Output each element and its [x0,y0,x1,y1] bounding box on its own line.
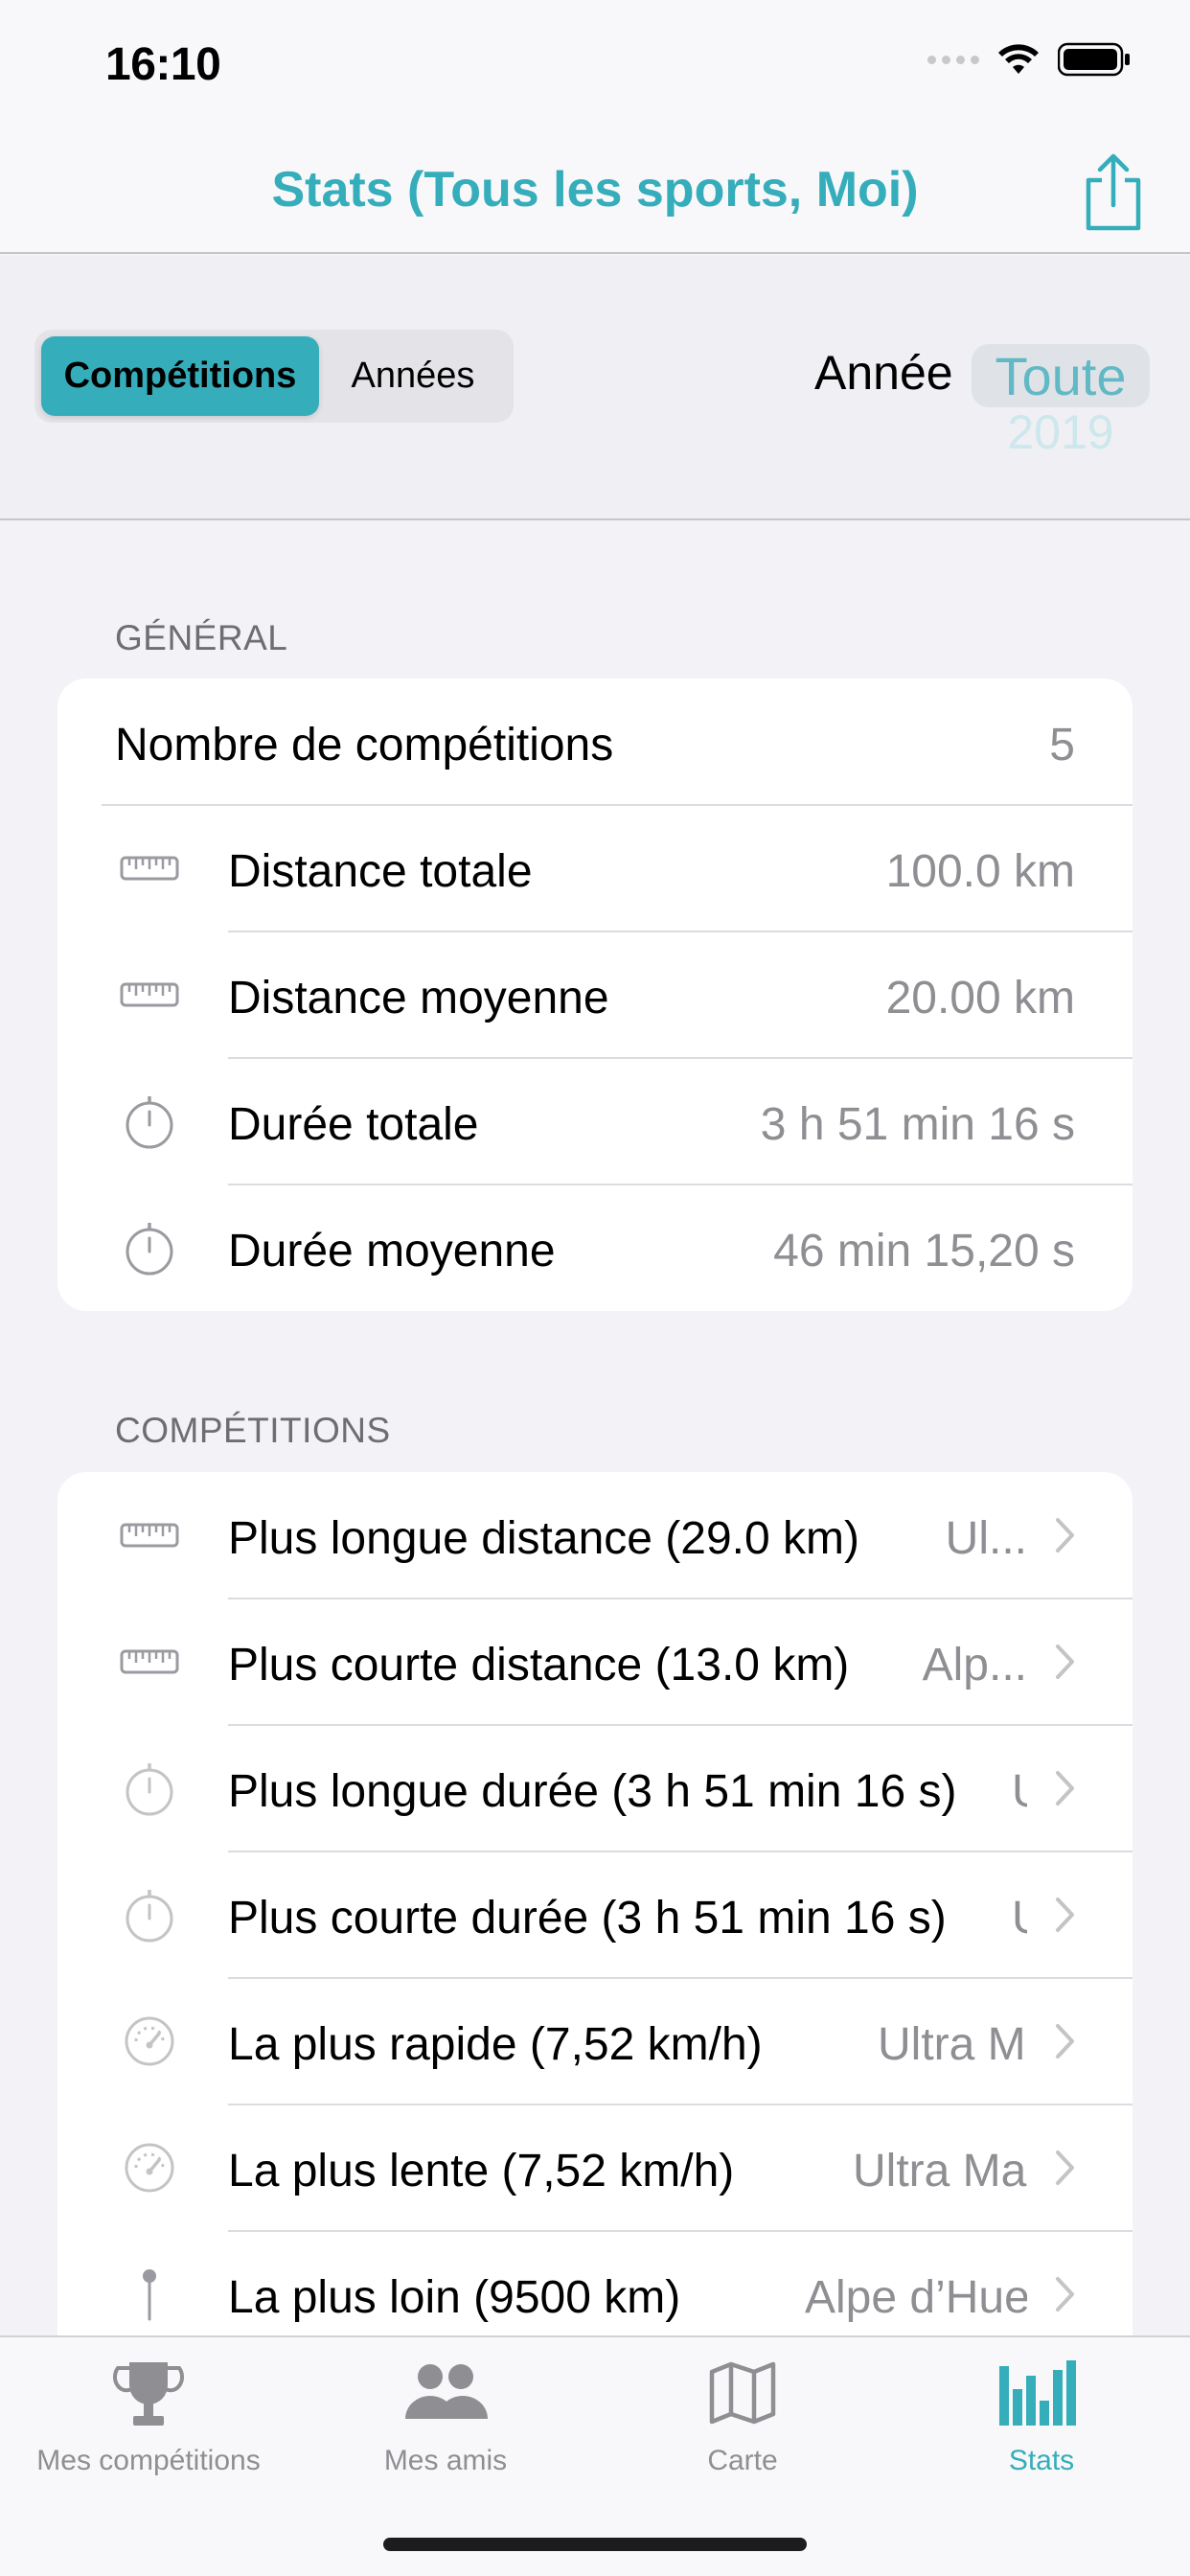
ruler-icon [119,1633,180,1690]
stat-label: Distance totale [228,846,533,897]
record-detail: Ul... [945,1513,1027,1564]
tab-mes-competitions[interactable]: Mes compétitions [0,2355,297,2477]
stopwatch-icon [119,1760,180,1817]
record-label: Plus courte durée (3 h 51 min 16 s) [228,1893,947,1944]
record-detail: Alp... [922,1640,1027,1690]
stat-value: 100.0 km [885,846,1075,897]
record-row-fastest[interactable]: La plus rapide (7,52 km/h) Ultra M... [57,1978,1133,2104]
ruler-icon [119,1506,180,1564]
wifi-icon [998,44,1039,74]
bar-chart-icon [999,2360,1076,2426]
stat-label: Durée moyenne [228,1226,556,1276]
friends-icon [405,2364,488,2419]
share-icon[interactable] [1077,151,1150,234]
record-row-longest-duration[interactable]: Plus longue durée (3 h 51 min 16 s) U [57,1725,1133,1852]
record-detail: U [1012,1892,1027,1944]
record-row-slowest[interactable]: La plus lente (7,52 km/h) Ultra Ma... [57,2104,1133,2231]
navigation-bar: Stats (Tous les sports, Moi) [0,134,1190,254]
record-label: La plus loin (9500 km) [228,2272,681,2323]
year-picker-selected[interactable]: Toute [972,344,1150,407]
segmented-control: Compétitions Années [34,330,514,423]
stat-label: Durée totale [228,1099,479,1150]
record-label: La plus lente (7,52 km/h) [228,2146,735,2196]
section-header-competitions: COMPÉTITIONS [115,1411,391,1450]
stopwatch-icon [119,1886,180,1944]
segment-competitions[interactable]: Compétitions [41,336,319,416]
stat-value: 3 h 51 min 16 s [760,1099,1075,1150]
ruler-icon [119,966,180,1024]
general-card: Nombre de compétitions 5 Distance totale… [57,678,1133,1311]
tab-label: Mes compétitions [36,2445,261,2476]
stat-value: 20.00 km [885,973,1075,1024]
map-icon [709,2361,776,2425]
speedometer-icon [119,2139,180,2196]
trophy-icon [113,2362,184,2426]
stat-row-total-duration: Durée totale 3 h 51 min 16 s [57,1058,1133,1184]
page-title: Stats (Tous les sports, Moi) [271,162,919,218]
stat-row-count: Nombre de compétitions 5 [57,678,1133,805]
record-detail: Ultra Ma... [853,2146,1027,2196]
chevron-right-icon [1056,1644,1074,1679]
chevron-right-icon [1056,2024,1074,2058]
home-indicator[interactable] [383,2538,807,2551]
record-label: La plus rapide (7,52 km/h) [228,2019,763,2070]
status-icons [927,42,1131,77]
stat-row-total-distance: Distance totale 100.0 km [57,805,1133,932]
record-label: Plus longue distance (29.0 km) [228,1513,860,1564]
tab-label: Mes amis [383,2445,508,2476]
record-row-longest-distance[interactable]: Plus longue distance (29.0 km) Ul... [57,1472,1133,1598]
section-header-general: GÉNÉRAL [115,618,288,657]
status-bar: 16:10 [0,0,1190,134]
status-time: 16:10 [105,39,221,90]
chevron-right-icon [1056,2277,1074,2312]
stopwatch-icon [119,1219,180,1276]
record-detail: Ultra M... [878,2019,1027,2070]
tab-label: Stats [1008,2445,1075,2476]
pin-icon [119,2266,180,2323]
ruler-icon [119,840,180,897]
stat-label: Distance moyenne [228,973,609,1024]
tab-carte[interactable]: Carte [594,2355,891,2477]
record-detail: Alpe d’Huez [805,2272,1027,2323]
year-picker-option[interactable]: 2019 [972,404,1150,460]
record-label: Plus courte distance (13.0 km) [228,1640,850,1690]
battery-icon [1058,42,1130,77]
stat-label: Nombre de compétitions [115,720,614,770]
stat-row-average-duration: Durée moyenne 46 min 15,20 s [57,1184,1133,1311]
stat-value: 46 min 15,20 s [773,1226,1075,1276]
filter-area: Compétitions Années Année Toute 2019 [0,256,1190,520]
stat-row-average-distance: Distance moyenne 20.00 km [57,932,1133,1058]
tab-stats[interactable]: Stats [893,2355,1190,2477]
record-row-shortest-duration[interactable]: Plus courte durée (3 h 51 min 16 s) U [57,1852,1133,1978]
chevron-right-icon [1056,2150,1074,2185]
tab-label: Carte [707,2445,778,2476]
record-label: Plus longue durée (3 h 51 min 16 s) [228,1766,957,1817]
stopwatch-icon [119,1092,180,1150]
chevron-right-icon [1056,1898,1074,1932]
chevron-right-icon [1056,1771,1074,1806]
record-row-shortest-distance[interactable]: Plus courte distance (13.0 km) Alp... [57,1598,1133,1725]
competitions-card: Plus longue distance (29.0 km) Ul... Plu… [57,1472,1133,2392]
chevron-right-icon [1056,1518,1074,1552]
tab-mes-amis[interactable]: Mes amis [297,2355,594,2477]
stat-value: 5 [1049,720,1075,770]
signal-icon [927,55,979,64]
speedometer-icon [119,2012,180,2070]
record-detail: U [1012,1765,1027,1818]
segment-annees[interactable]: Années [319,336,507,416]
year-label: Année [814,346,953,400]
